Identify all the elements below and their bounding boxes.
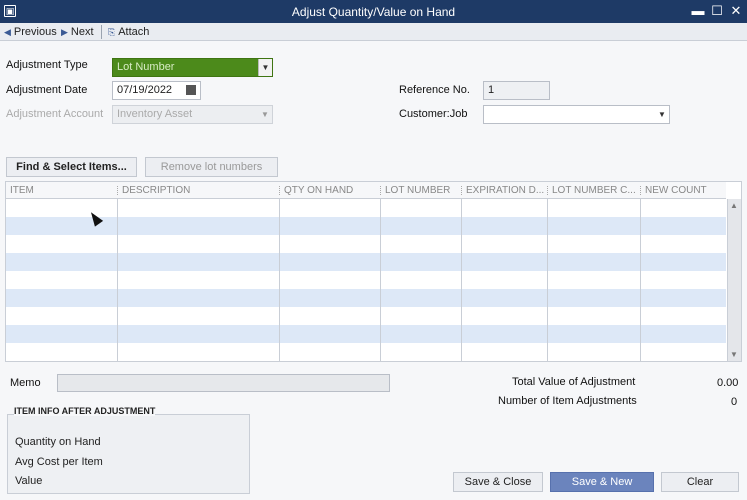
column-resize-handle[interactable] (279, 186, 280, 195)
attach-label: Attach (118, 26, 150, 38)
table-row[interactable] (6, 235, 726, 253)
column-header-new-count[interactable]: NEW COUNT (645, 185, 707, 196)
column-header-lot-number[interactable]: LOT NUMBER (385, 185, 450, 196)
column-resize-handle[interactable] (547, 186, 548, 195)
total-value: 0.00 (717, 377, 739, 389)
avg-cost-label: Avg Cost per Item (15, 456, 103, 468)
memo-field[interactable] (57, 374, 390, 392)
toolbar-divider (101, 25, 102, 39)
chevron-down-icon[interactable]: ▼ (655, 106, 669, 123)
title-bar: ▣ Adjust Quantity/Value on Hand ▬ ☐ ✕ (0, 0, 747, 23)
adjustment-date-value: 07/19/2022 (117, 84, 173, 96)
window-title: Adjust Quantity/Value on Hand (291, 5, 456, 19)
column-header-description[interactable]: DESCRIPTION (122, 185, 190, 196)
value-label: Value (15, 475, 43, 487)
table-row[interactable] (6, 325, 726, 343)
column-header-lot-number-count[interactable]: LOT NUMBER C... (552, 185, 636, 196)
column-resize-handle[interactable] (461, 186, 462, 195)
next-label: Next (70, 26, 94, 38)
calendar-icon[interactable] (186, 85, 196, 95)
minimize-icon[interactable]: ▬ (690, 3, 706, 19)
maximize-icon[interactable]: ☐ (709, 3, 725, 19)
num-adjustments-label: Number of Item Adjustments (498, 395, 637, 407)
previous-label: Previous (13, 26, 57, 38)
adjustment-date-label: Adjustment Date (6, 84, 88, 96)
previous-button[interactable]: ◀ Previous (4, 25, 57, 39)
next-button[interactable]: ▶ Next (61, 25, 94, 39)
close-icon[interactable]: ✕ (728, 3, 744, 19)
toolbar: ◀ Previous ▶ Next ⎘ Attach (0, 23, 747, 41)
adjustment-type-select[interactable]: Lot Number ▼ (112, 58, 273, 77)
grid-column-divider (279, 199, 280, 361)
customer-job-label: Customer:Job (399, 108, 468, 120)
num-adjustments: 0 (731, 396, 738, 408)
column-resize-handle[interactable] (640, 186, 641, 195)
remove-lot-numbers-button: Remove lot numbers (145, 157, 278, 177)
clear-button[interactable]: Clear (661, 472, 739, 492)
table-row[interactable] (6, 217, 726, 235)
grid-column-divider (117, 199, 118, 361)
table-row[interactable] (6, 289, 726, 307)
find-select-items-button[interactable]: Find & Select Items... (6, 157, 137, 177)
attach-button[interactable]: ⎘ Attach (108, 25, 149, 39)
adjustment-type-value: Lot Number (117, 61, 175, 73)
table-row[interactable] (6, 343, 726, 361)
grid-column-divider (380, 199, 381, 361)
quantity-on-hand-label: Quantity on Hand (15, 436, 101, 448)
table-row[interactable] (6, 271, 726, 289)
adjustment-account-label: Adjustment Account (6, 108, 104, 120)
table-row[interactable] (6, 307, 726, 325)
save-close-button[interactable]: Save & Close (453, 472, 543, 492)
memo-label: Memo (10, 377, 41, 389)
item-grid[interactable]: ITEM DESCRIPTION QTY ON HAND LOT NUMBER … (5, 181, 742, 362)
table-row[interactable] (6, 253, 726, 271)
grid-column-divider (547, 199, 548, 361)
arrow-right-icon: ▶ (61, 27, 68, 37)
total-value-label: Total Value of Adjustment (512, 376, 636, 388)
item-info-title: ITEM INFO AFTER ADJUSTMENT (14, 406, 156, 416)
scroll-down-icon[interactable]: ▼ (730, 350, 738, 359)
column-header-qty-on-hand[interactable]: QTY ON HAND (284, 185, 353, 196)
grid-column-divider (640, 199, 641, 361)
reference-no-value: 1 (488, 84, 495, 96)
column-header-expiration-date[interactable]: EXPIRATION D... (466, 185, 544, 196)
grid-header: ITEM DESCRIPTION QTY ON HAND LOT NUMBER … (6, 182, 726, 199)
chevron-down-icon[interactable]: ▼ (258, 59, 272, 76)
column-resize-handle[interactable] (117, 186, 118, 195)
chevron-down-icon: ▼ (258, 106, 272, 123)
customer-job-select[interactable]: ▼ (483, 105, 670, 124)
save-new-button[interactable]: Save & New (550, 472, 654, 492)
arrow-left-icon: ◀ (4, 27, 11, 37)
reference-no-label: Reference No. (399, 84, 470, 96)
item-info-panel (7, 414, 250, 494)
table-row[interactable] (6, 199, 726, 217)
adjustment-account-value: Inventory Asset (117, 108, 193, 120)
adjustment-type-label: Adjustment Type (6, 59, 88, 71)
adjustment-account-select: Inventory Asset ▼ (112, 105, 273, 124)
grid-column-divider (461, 199, 462, 361)
reference-no-field[interactable]: 1 (483, 81, 550, 100)
adjustment-date-field[interactable]: 07/19/2022 (112, 81, 201, 100)
column-resize-handle[interactable] (380, 186, 381, 195)
vertical-scrollbar[interactable]: ▲ ▼ (727, 199, 741, 361)
scroll-up-icon[interactable]: ▲ (730, 201, 738, 210)
column-header-item[interactable]: ITEM (10, 185, 34, 196)
paperclip-icon: ⎘ (108, 27, 116, 37)
